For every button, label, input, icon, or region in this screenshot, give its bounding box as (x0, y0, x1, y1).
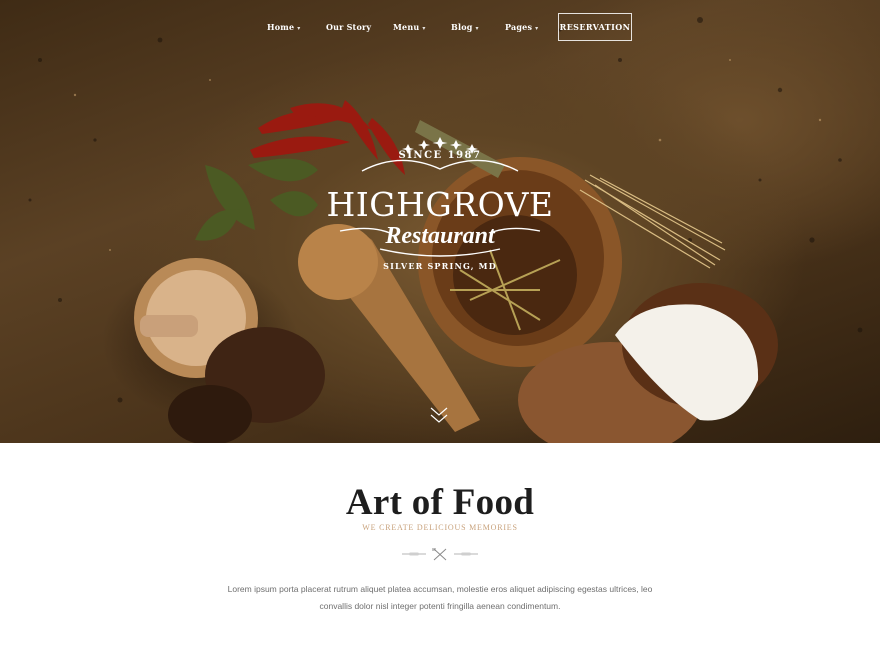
restaurant-logo[interactable]: SINCE 1987 HIGHGROVE Restaurant SILVER S… (300, 133, 580, 283)
section-subtitle: WE CREATE DELICIOUS MEMORIES (362, 523, 518, 532)
chevron-double-down-icon[interactable] (428, 405, 450, 425)
logo-name-text: HIGHGROVE (326, 185, 554, 224)
nav-item-our-story[interactable]: Our Story (326, 22, 371, 32)
nav-item-home[interactable]: Home ▾ (267, 22, 300, 32)
nav-item-label: Home (267, 22, 295, 32)
hero-banner: Home ▾ Our Story Menu ▾ Blog ▾ Pages ▾ RESER… (0, 0, 880, 443)
chevron-down-icon: ▾ (535, 25, 539, 32)
main-nav: Home ▾ Our Story Menu ▾ Blog ▾ Pages ▾ RESER… (0, 13, 880, 41)
nav-item-label: Our Story (326, 22, 372, 32)
logo-since-text: SINCE 1987 (398, 150, 482, 161)
reservation-button[interactable]: RESERVATION (558, 13, 632, 41)
nav-item-blog[interactable]: Blog ▾ (451, 22, 479, 32)
logo-script-text: Restaurant (385, 223, 495, 249)
section-body-text: Lorem ipsum porta placerat rutrum alique… (227, 584, 653, 611)
nav-item-pages[interactable]: Pages ▾ (505, 22, 538, 32)
intro-section: Art of Food WE CREATE DELICIOUS MEMORIES… (0, 443, 880, 660)
nav-item-label: Pages (505, 22, 533, 32)
chevron-down-icon: ▾ (422, 25, 426, 32)
chevron-down-icon: ▾ (475, 25, 479, 32)
nav-item-label: Menu (393, 22, 420, 32)
nav-item-menu[interactable]: Menu ▾ (393, 22, 426, 32)
fork-knife-icon (402, 548, 478, 561)
logo-city-text: SILVER SPRING, MD (383, 261, 497, 271)
nav-item-label: Blog (451, 22, 473, 32)
section-title: Art of Food (345, 482, 535, 523)
chevron-down-icon: ▾ (297, 25, 301, 32)
